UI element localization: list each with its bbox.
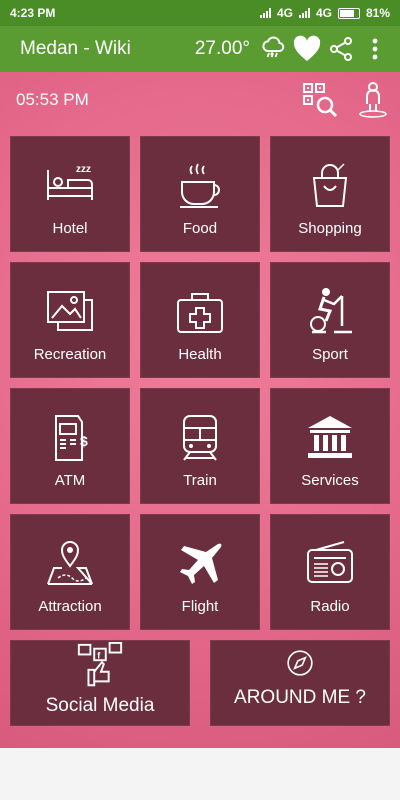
tile-attraction[interactable]: Attraction — [10, 514, 130, 630]
tile-label: AROUND ME ? — [234, 687, 366, 708]
tile-social-media[interactable]: f Social Media — [10, 640, 190, 726]
battery-icon — [337, 7, 360, 19]
radio-icon — [307, 541, 353, 583]
network-type-1: 4G — [276, 6, 293, 20]
clock: 05:53 PM — [16, 90, 89, 109]
tile-shopping[interactable]: Shopping — [270, 136, 390, 252]
airplane-icon — [180, 543, 222, 584]
person-icon[interactable] — [356, 80, 390, 118]
exercise-bike-icon — [310, 288, 352, 334]
tile-label: Recreation — [33, 346, 107, 363]
social-media-icon: f — [77, 641, 123, 687]
tile-label: Sport — [312, 346, 348, 363]
weather-rain-icon[interactable] — [256, 32, 290, 66]
tile-health[interactable]: Health — [140, 262, 260, 378]
tile-atm[interactable]: $ ATM — [10, 388, 130, 504]
svg-text:$: $ — [80, 433, 88, 449]
bottom-area — [0, 748, 400, 800]
status-time: 4:23 PM — [10, 6, 56, 20]
tile-label: Shopping — [298, 220, 362, 237]
tile-food[interactable]: Food — [140, 136, 260, 252]
tile-label: Train — [183, 472, 217, 489]
status-icons: 4G 4G 81% — [259, 6, 390, 20]
map-pin-icon — [47, 541, 93, 585]
signal-icon — [259, 8, 271, 18]
share-icon[interactable] — [324, 32, 358, 66]
temperature: 27.00° — [194, 38, 250, 59]
heart-icon[interactable] — [290, 32, 324, 66]
signal-icon — [298, 8, 310, 18]
tile-label: Social Media — [45, 695, 155, 716]
first-aid-kit-icon — [177, 293, 223, 333]
tile-train[interactable]: Train — [140, 388, 260, 504]
coffee-cup-icon — [180, 163, 220, 208]
network-type-2: 4G — [315, 6, 332, 20]
bed-icon: zzz — [47, 164, 93, 200]
qr-search-icon[interactable] — [302, 82, 338, 118]
tile-around-me[interactable]: AROUND ME ? — [210, 640, 390, 726]
shopping-bag-icon — [312, 163, 348, 207]
status-bar: 4:23 PM 4G 4G 81% — [0, 0, 400, 26]
tile-label: Flight — [181, 598, 219, 615]
tile-radio[interactable]: Radio — [270, 514, 390, 630]
tile-services[interactable]: Services — [270, 388, 390, 504]
bank-icon — [308, 416, 352, 458]
tile-recreation[interactable]: Recreation — [10, 262, 130, 378]
train-icon — [183, 415, 217, 461]
atm-icon: $ — [55, 415, 88, 461]
tile-label: Hotel — [52, 220, 88, 237]
tile-hotel[interactable]: zzz Hotel — [10, 136, 130, 252]
battery-level: 81% — [365, 6, 390, 20]
tile-label: Food — [182, 220, 218, 237]
tile-label: ATM — [54, 472, 86, 489]
tile-label: Services — [301, 472, 359, 489]
compass-icon — [287, 650, 313, 676]
tile-flight[interactable]: Flight — [140, 514, 260, 630]
more-vert-icon[interactable] — [358, 32, 392, 66]
picture-icon — [47, 291, 93, 331]
main-content: 05:53 PM zzz Hotel Food Shopping Recreat… — [0, 72, 400, 748]
tile-label: Radio — [310, 598, 350, 615]
app-toolbar: Medan - Wiki 27.00° — [0, 26, 400, 72]
tile-sport[interactable]: Sport — [270, 262, 390, 378]
app-title: Medan - Wiki — [20, 38, 131, 59]
svg-text:zzz: zzz — [76, 164, 91, 175]
tile-label: Attraction — [38, 598, 102, 615]
tile-label: Health — [178, 346, 222, 363]
